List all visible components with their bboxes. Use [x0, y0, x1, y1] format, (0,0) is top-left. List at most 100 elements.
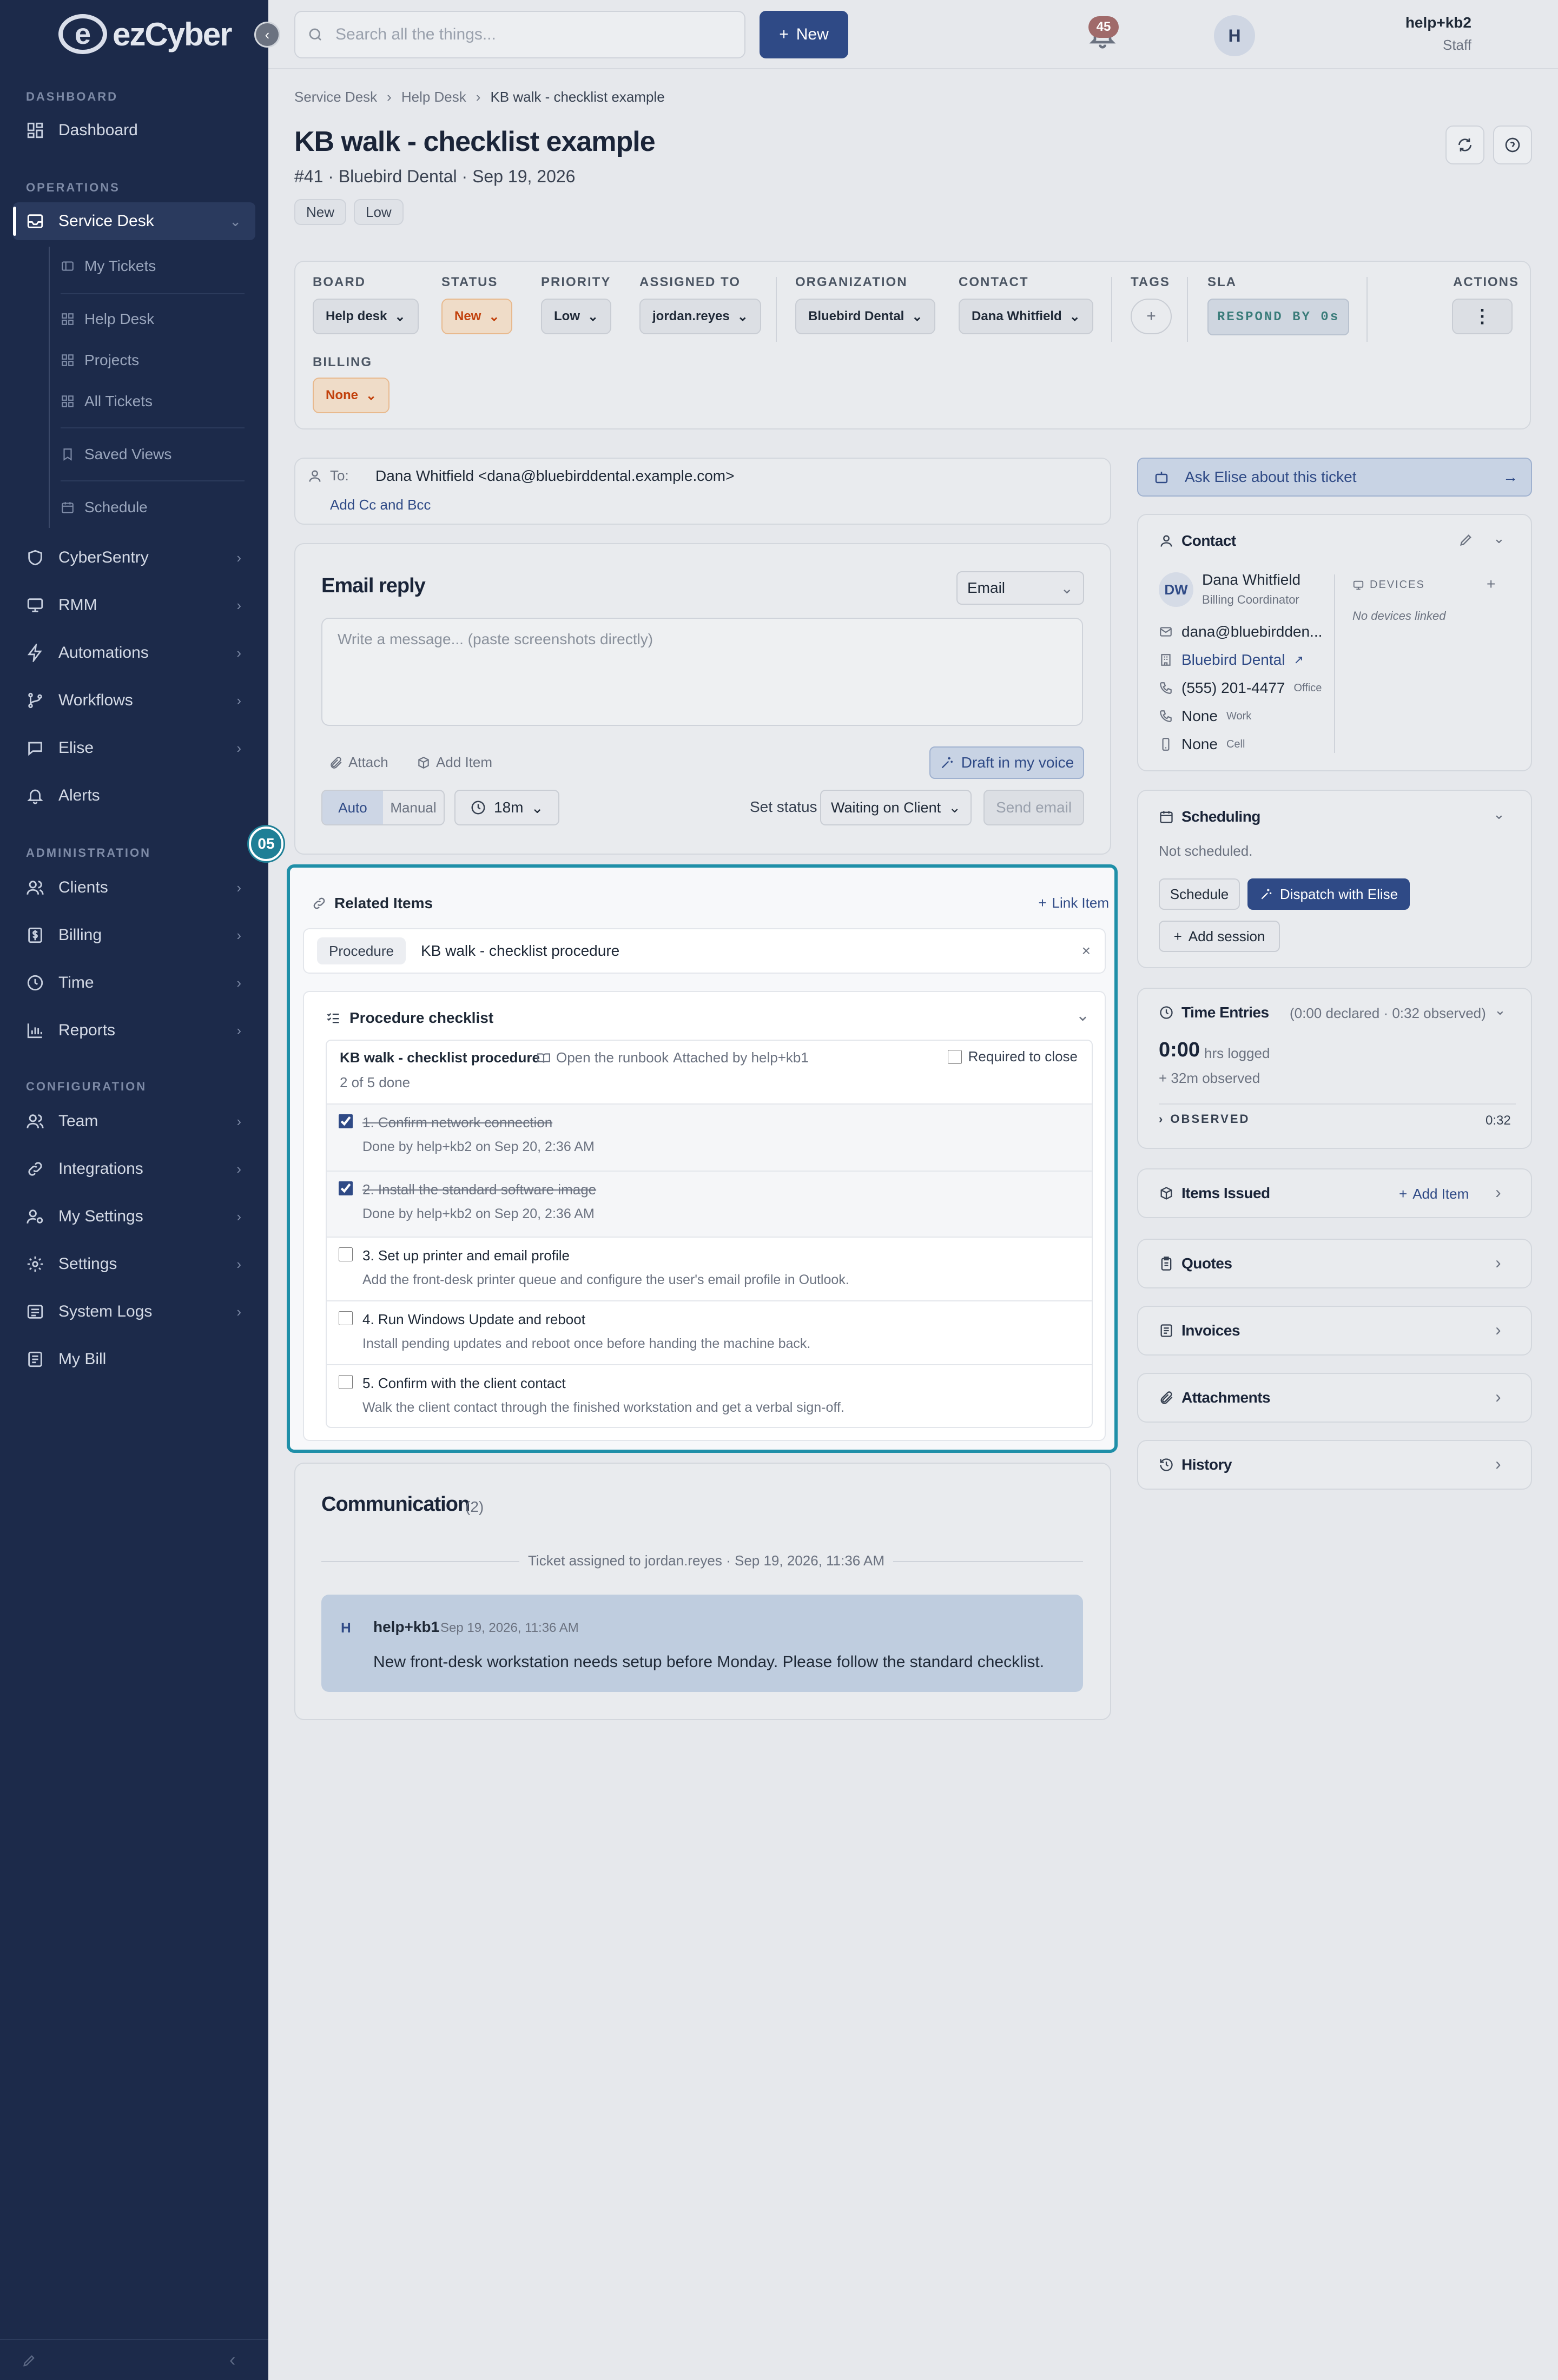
- sidebar-subitem-my-tickets[interactable]: My Tickets: [61, 250, 245, 282]
- chevron-right-icon[interactable]: ›: [1495, 1320, 1501, 1340]
- sidebar-item-dashboard[interactable]: Dashboard: [13, 111, 255, 149]
- sidebar-item-cybersentry[interactable]: CyberSentry ›: [13, 539, 255, 577]
- sidebar-item-workflows[interactable]: Workflows ›: [13, 682, 255, 719]
- sidebar-item-automations[interactable]: Automations ›: [13, 634, 255, 672]
- sidebar-item-alerts[interactable]: Alerts: [13, 777, 255, 815]
- chevron-right-icon[interactable]: ›: [1495, 1253, 1501, 1273]
- attach-button[interactable]: Attach: [329, 754, 388, 771]
- to-recipient[interactable]: Dana Whitfield <dana@bluebirddental.exam…: [375, 467, 734, 485]
- step-checkbox[interactable]: [339, 1375, 353, 1389]
- ask-elise-button[interactable]: Ask Elise about this ticket →: [1137, 458, 1532, 497]
- sidebar-item-my-settings[interactable]: My Settings ›: [13, 1198, 255, 1235]
- billing-select[interactable]: None ⌄: [313, 378, 390, 413]
- dispatch-with-elise-button[interactable]: Dispatch with Elise: [1247, 878, 1410, 910]
- mode-auto-button[interactable]: Auto: [322, 791, 383, 824]
- checklist-header[interactable]: Procedure checklist: [326, 1009, 493, 1027]
- add-device-icon[interactable]: +: [1487, 576, 1495, 593]
- open-runbook-link[interactable]: Open the runbook: [537, 1049, 669, 1066]
- chevron-down-icon[interactable]: ⌄: [1493, 806, 1505, 823]
- board-select[interactable]: Help desk ⌄: [313, 299, 419, 334]
- new-button[interactable]: + New: [760, 11, 848, 58]
- step-checkbox[interactable]: [339, 1311, 353, 1325]
- contact-phone-office-row[interactable]: (555) 201-4477 Office: [1159, 679, 1322, 697]
- chevron-right-icon[interactable]: ›: [1495, 1182, 1501, 1202]
- step-checkbox[interactable]: [339, 1114, 353, 1128]
- contact-select[interactable]: Dana Whitfield ⌄: [959, 299, 1093, 334]
- sidebar-subitem-help-desk[interactable]: Help Desk: [61, 303, 245, 335]
- pencil-icon[interactable]: [22, 2353, 37, 2368]
- observed-toggle[interactable]: › OBSERVED: [1159, 1112, 1250, 1126]
- add-cc-bcc-link[interactable]: Add Cc and Bcc: [330, 497, 431, 513]
- help-button[interactable]: [1493, 125, 1532, 164]
- required-to-close-toggle[interactable]: Required to close: [947, 1048, 1078, 1065]
- sidebar-item-system-logs[interactable]: System Logs ›: [13, 1293, 255, 1331]
- sidebar-item-billing[interactable]: Billing ›: [13, 916, 255, 954]
- quotes-header[interactable]: Quotes: [1159, 1255, 1232, 1272]
- sidebar-subitem-schedule[interactable]: Schedule: [61, 491, 245, 524]
- priority-select[interactable]: Low ⌄: [541, 299, 612, 334]
- chevron-right-icon[interactable]: ›: [1495, 1387, 1501, 1407]
- sidebar-subitem-projects[interactable]: Projects: [61, 344, 245, 376]
- user-name[interactable]: help+kb2: [1405, 14, 1471, 31]
- status-select[interactable]: New ⌄: [441, 299, 513, 334]
- sidebar-item-integrations[interactable]: Integrations ›: [13, 1150, 255, 1188]
- chevron-down-icon[interactable]: ⌄: [1494, 1002, 1506, 1019]
- sidebar-collapse-button[interactable]: ‹: [254, 22, 280, 48]
- refresh-button[interactable]: [1445, 125, 1484, 164]
- breadcrumb-service-desk[interactable]: Service Desk: [294, 89, 377, 105]
- related-procedure-row[interactable]: Procedure KB walk - checklist procedure …: [303, 928, 1106, 974]
- chevron-down-icon[interactable]: ⌄: [1493, 530, 1505, 547]
- sidebar-item-my-bill[interactable]: My Bill: [13, 1340, 255, 1378]
- step-checkbox[interactable]: [339, 1247, 353, 1261]
- invoices-header[interactable]: Invoices: [1159, 1322, 1240, 1339]
- add-item-issued-button[interactable]: + Add Item: [1399, 1186, 1469, 1202]
- message-input[interactable]: [338, 631, 1067, 713]
- mode-manual-button[interactable]: Manual: [383, 791, 444, 824]
- history-header[interactable]: History: [1159, 1456, 1232, 1473]
- search-input[interactable]: [335, 25, 714, 44]
- link-item-button[interactable]: + Link Item: [1038, 895, 1109, 911]
- required-to-close-checkbox[interactable]: [947, 1049, 962, 1064]
- sidebar-item-rmm[interactable]: RMM ›: [13, 586, 255, 624]
- channel-select[interactable]: Email ⌄: [956, 571, 1084, 605]
- message-box[interactable]: [321, 618, 1083, 726]
- notification-count-badge[interactable]: 45: [1088, 16, 1119, 38]
- logo[interactable]: e ezCyber: [58, 14, 232, 54]
- sidebar-item-service-desk[interactable]: Service Desk ⌄: [13, 202, 255, 240]
- schedule-button[interactable]: Schedule: [1159, 878, 1240, 910]
- close-icon[interactable]: ×: [1082, 942, 1091, 960]
- add-tag-button[interactable]: +: [1131, 299, 1172, 334]
- sidebar-subitem-all-tickets[interactable]: All Tickets: [61, 385, 245, 418]
- draft-in-my-voice-button[interactable]: Draft in my voice: [929, 746, 1084, 779]
- sidebar-item-clients[interactable]: Clients ›: [13, 869, 255, 907]
- items-issued-header[interactable]: Items Issued: [1159, 1185, 1270, 1202]
- add-item-button[interactable]: Add Item: [417, 754, 492, 771]
- step-checkbox[interactable]: [339, 1181, 353, 1195]
- sidebar-item-reports[interactable]: Reports ›: [13, 1012, 255, 1049]
- chevron-down-icon[interactable]: ⌄: [1076, 1006, 1090, 1025]
- contact-email-row[interactable]: dana@bluebirdden...: [1159, 623, 1322, 640]
- set-status-select[interactable]: Waiting on Client ⌄: [820, 790, 972, 825]
- actions-menu-button[interactable]: ⋮: [1452, 299, 1513, 334]
- breadcrumb-help-desk[interactable]: Help Desk: [401, 89, 466, 105]
- send-email-button[interactable]: Send email: [983, 790, 1084, 825]
- sidebar-subitem-saved-views[interactable]: Saved Views: [61, 438, 245, 471]
- organization-select[interactable]: Bluebird Dental ⌄: [795, 299, 936, 334]
- contact-name[interactable]: Dana Whitfield: [1202, 571, 1300, 589]
- assigned-to-select[interactable]: jordan.reyes ⌄: [639, 299, 761, 334]
- search-box[interactable]: [294, 11, 745, 58]
- attachments-header[interactable]: Attachments: [1159, 1389, 1271, 1406]
- avatar[interactable]: H: [1214, 15, 1255, 56]
- sidebar-item-team[interactable]: Team ›: [13, 1102, 255, 1140]
- chevron-right-icon[interactable]: ›: [1495, 1454, 1501, 1474]
- sidebar-item-time[interactable]: Time ›: [13, 964, 255, 1002]
- pencil-icon[interactable]: [1458, 532, 1474, 547]
- add-session-button[interactable]: + Add session: [1159, 921, 1280, 952]
- contact-org-row[interactable]: Bluebird Dental ↗: [1159, 651, 1304, 669]
- sidebar-item-settings[interactable]: Settings ›: [13, 1245, 255, 1283]
- collapse-left-icon[interactable]: ‹: [229, 2350, 235, 2371]
- time-entries-header[interactable]: Time Entries: [1159, 1004, 1269, 1021]
- timer-select[interactable]: 18m ⌄: [454, 790, 559, 825]
- sidebar-item-elise[interactable]: Elise ›: [13, 729, 255, 767]
- scheduling-header[interactable]: Scheduling: [1159, 808, 1260, 825]
